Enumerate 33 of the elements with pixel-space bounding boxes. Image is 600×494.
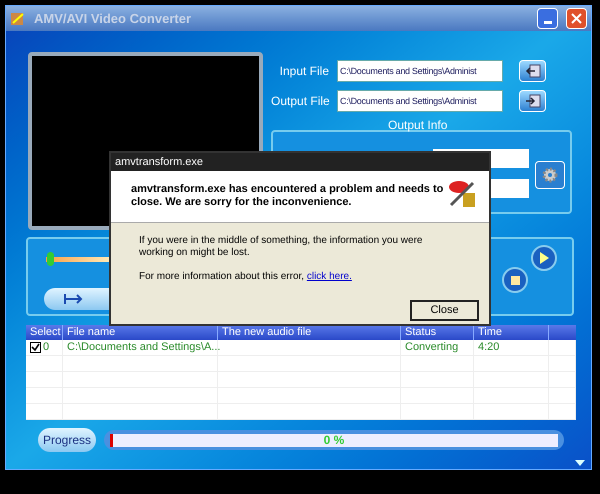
- app-icon: [10, 10, 26, 26]
- table-cell-text: C:\Documents and Settings\A...: [67, 340, 220, 356]
- save-file-icon[interactable]: [519, 90, 546, 112]
- more-info-text: For more information about this error, click here.: [139, 270, 353, 284]
- stop-button[interactable]: [502, 267, 528, 293]
- error-message: If you were in the middle of something, the information you were working on might be lost.: [139, 235, 424, 259]
- table-cell-text: 4:20: [478, 340, 500, 356]
- field-label: Input File: [278, 63, 329, 80]
- field-label: Output File: [271, 93, 329, 110]
- dialog-close-button[interactable]: Close: [410, 300, 479, 321]
- panel-title: Output Info: [388, 117, 448, 134]
- error-heading: amvtransform.exe has encountered a problem and needs to close. We are sorry for the inconvenience.: [131, 183, 444, 209]
- path-field[interactable]: C:\Documents and Settings\Administ: [337, 90, 503, 112]
- progress-percent: 0 %: [322, 434, 346, 446]
- column-header: Select: [26, 325, 63, 340]
- open-file-icon[interactable]: [519, 60, 546, 82]
- progress-button[interactable]: Progress: [38, 428, 96, 452]
- scroll-down-icon: [575, 460, 585, 466]
- dialog-title: amvtransform.exe: [115, 154, 204, 170]
- details-link[interactable]: click here.: [306, 271, 352, 282]
- play-button[interactable]: [531, 245, 557, 271]
- play-icon: [539, 252, 549, 264]
- minimize-button[interactable]: [537, 8, 558, 29]
- close-icon: [571, 13, 582, 24]
- close-button[interactable]: [566, 8, 587, 29]
- settings-button[interactable]: [535, 161, 565, 189]
- table-cell-text: Converting: [405, 340, 458, 356]
- arrow-icon: [64, 293, 84, 305]
- gear-icon: [541, 166, 559, 184]
- window-title: AMV/AVI Video Converter: [34, 10, 192, 28]
- row-checkbox[interactable]: [30, 342, 41, 353]
- path-field[interactable]: C:\Documents and Settings\Administ: [337, 60, 503, 82]
- table-cell-text: 0: [43, 340, 50, 356]
